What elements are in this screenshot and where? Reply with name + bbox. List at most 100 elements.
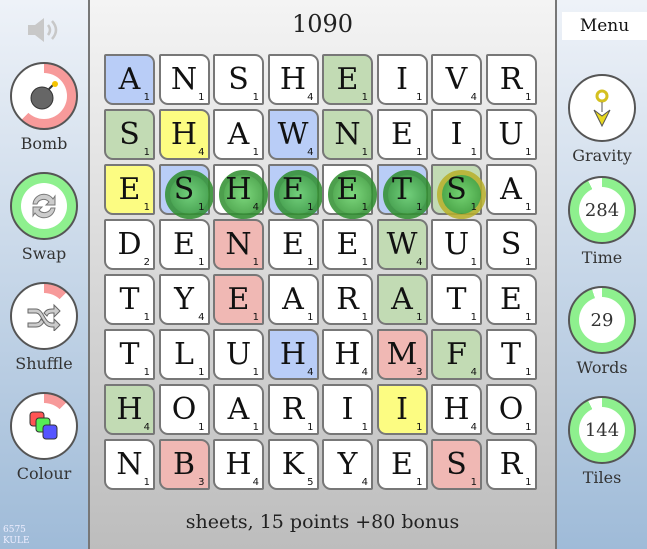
letter-tile[interactable]: E1 [485, 274, 537, 325]
letter-tile[interactable]: R1 [267, 384, 319, 435]
letter-tile[interactable]: A1 [376, 274, 428, 325]
meter-value: 284 [579, 187, 625, 233]
letter-tile[interactable]: H4 [431, 384, 482, 435]
tile-letter: A [500, 172, 522, 207]
tile-points: 1 [198, 422, 205, 433]
tile-letter: E [336, 227, 359, 262]
letter-tile[interactable]: H4 [158, 109, 210, 160]
letter-tile[interactable]: H4 [267, 329, 319, 380]
menu-button[interactable]: Menu [562, 12, 647, 40]
tile-points: 4 [470, 367, 477, 378]
powerup-bomb-button[interactable] [10, 62, 78, 130]
tile-letter: Y [337, 447, 358, 482]
letter-tile[interactable]: I1 [431, 109, 482, 160]
letter-tile[interactable]: L1 [158, 329, 210, 380]
letter-tile[interactable]: N1 [158, 54, 210, 105]
letter-tile[interactable]: A1 [104, 54, 155, 105]
letter-tile[interactable]: H4 [267, 54, 319, 105]
tile-points: 4 [307, 147, 314, 158]
powerup-shuffle-button[interactable] [10, 282, 78, 350]
letter-tile[interactable]: V4 [431, 54, 482, 105]
letter-tile[interactable]: W4 [376, 219, 428, 270]
letter-tile[interactable]: Y4 [158, 274, 210, 325]
letter-tile[interactable]: T1 [376, 164, 432, 219]
letter-tile[interactable]: T1 [104, 274, 155, 325]
letter-tile[interactable]: E1 [322, 219, 373, 270]
letter-tile[interactable]: E1 [376, 439, 428, 490]
letter-tile[interactable]: A1 [485, 164, 537, 215]
letter-tile[interactable]: S1 [431, 164, 486, 219]
letter-tile[interactable]: U1 [213, 329, 264, 380]
tile-letter: L [174, 337, 194, 372]
letter-tile[interactable]: U1 [485, 109, 537, 160]
letter-tile[interactable]: T1 [431, 274, 482, 325]
letter-tile[interactable]: S1 [104, 109, 155, 160]
tile-points: 1 [525, 92, 532, 103]
letter-tile[interactable]: U1 [431, 219, 482, 270]
letter-tile[interactable]: Y4 [322, 439, 373, 490]
colour-label: Colour [16, 464, 72, 483]
letter-tile[interactable]: B3 [158, 439, 210, 490]
tile-letter: R [281, 392, 305, 427]
tile-points: 1 [198, 257, 205, 268]
tile-points: 4 [198, 147, 205, 158]
letter-tile[interactable]: W4 [267, 109, 319, 160]
letter-tile[interactable]: N1 [104, 439, 155, 490]
letter-tile[interactable]: T1 [104, 329, 155, 380]
letter-tile[interactable]: E1 [322, 54, 373, 105]
tile-letter: N [170, 62, 198, 97]
tile-letter: A [227, 392, 250, 427]
letter-tile[interactable]: S1 [213, 54, 264, 105]
tile-letter: H [279, 62, 307, 97]
letter-tile[interactable]: S1 [158, 164, 214, 219]
letter-tile[interactable]: H4 [213, 164, 268, 219]
letter-tile[interactable]: E1 [213, 274, 264, 325]
letter-tile[interactable]: A1 [213, 384, 264, 435]
letter-tile[interactable]: R1 [485, 54, 537, 105]
tile-letter: S [119, 117, 140, 152]
gravity-label: Gravity [572, 146, 632, 165]
letter-tile[interactable]: S1 [485, 219, 537, 270]
letter-tile[interactable]: N1 [213, 219, 264, 270]
letter-tile[interactable]: A1 [267, 274, 319, 325]
letter-tile[interactable]: F4 [431, 329, 482, 380]
letter-tile[interactable]: K5 [267, 439, 319, 490]
letter-tile[interactable]: A1 [213, 109, 264, 160]
letter-tile[interactable]: E1 [267, 219, 319, 270]
letter-tile[interactable]: H4 [104, 384, 155, 435]
tile-letter: E [391, 447, 413, 482]
letter-tile[interactable]: E1 [267, 164, 323, 219]
sound-icon[interactable] [26, 16, 62, 44]
letter-tile[interactable]: R1 [485, 439, 537, 490]
letter-tile[interactable]: N1 [322, 109, 373, 160]
powerup-colour-button[interactable] [10, 392, 78, 460]
tile-letter: F [446, 337, 467, 372]
letter-tile[interactable]: O1 [485, 384, 537, 435]
letter-tile[interactable]: M3 [376, 329, 428, 380]
letter-tile[interactable]: E1 [158, 219, 210, 270]
letter-tile[interactable]: E1 [376, 109, 428, 160]
swap-arrows-icon [21, 183, 67, 229]
letter-tile[interactable]: H4 [322, 329, 373, 380]
letter-tile[interactable]: O1 [158, 384, 210, 435]
powerup-swap-button[interactable] [10, 172, 78, 240]
letter-tile[interactable]: D2 [104, 219, 155, 270]
tile-letter: V [445, 62, 468, 97]
letter-tile[interactable]: T1 [485, 329, 537, 380]
letter-grid[interactable]: A1N1S1H4E1I1V4R1S1H4A1W4N1E1I1U1E1S1H4E1… [104, 54, 537, 490]
tile-points: 1 [143, 147, 150, 158]
letter-tile[interactable]: R1 [322, 274, 373, 325]
letter-tile[interactable]: E1 [104, 164, 155, 215]
letter-tile[interactable]: E1 [322, 164, 377, 219]
meter-tiles-meter: 144 [568, 396, 636, 464]
tile-letter: E [336, 172, 359, 207]
tile-letter: E [391, 117, 413, 152]
letter-tile[interactable]: I1 [322, 384, 373, 435]
letter-tile[interactable]: I1 [376, 54, 428, 105]
tile-letter: A [391, 282, 413, 317]
letter-tile[interactable]: S1 [431, 439, 482, 490]
letter-tile[interactable]: H4 [213, 439, 264, 490]
letter-tile[interactable]: I1 [376, 384, 428, 435]
tile-points: 1 [361, 422, 368, 433]
tile-letter: H [443, 392, 470, 427]
